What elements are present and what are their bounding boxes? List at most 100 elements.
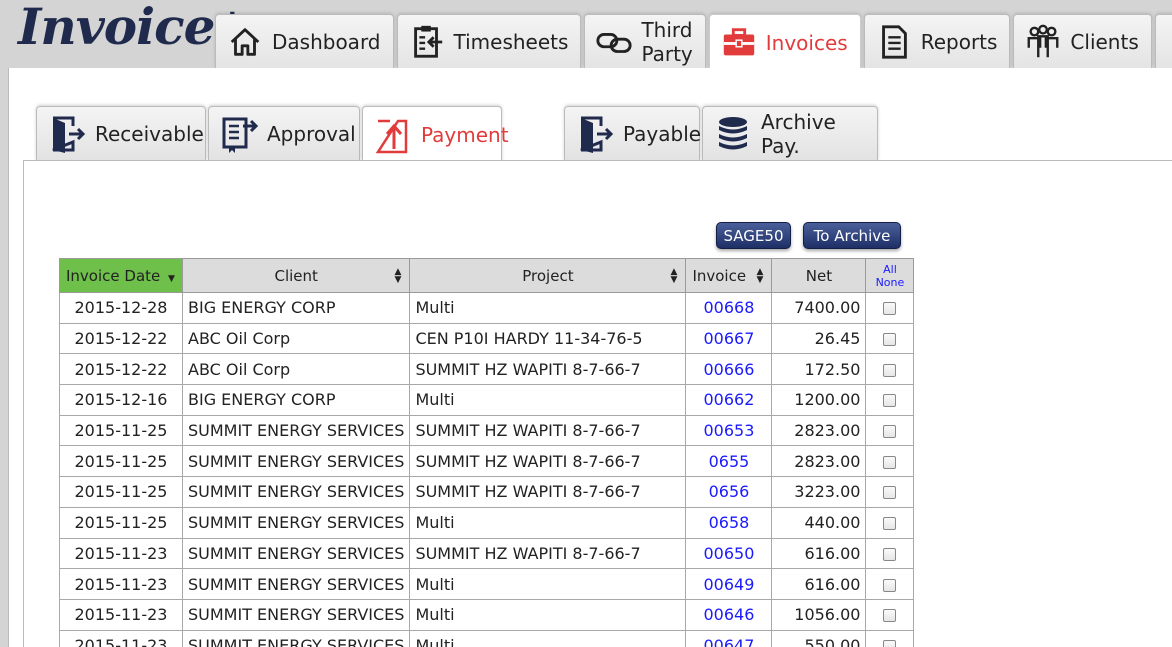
net-amount-cell: 2823.00 <box>771 414 867 447</box>
project-cell: Multi <box>409 629 687 647</box>
invoice-date-cell: 2015-11-25 <box>59 506 183 539</box>
project-cell: Multi <box>409 568 687 600</box>
tab-dashboard[interactable]: Dashboard <box>215 14 394 68</box>
clipboard-icon <box>222 117 259 153</box>
select-all-link[interactable]: All <box>866 263 913 276</box>
tab-label: Invoices <box>765 30 848 55</box>
door-exit-icon <box>580 116 614 153</box>
project-cell: SUMMIT HZ WAPITI 8-7-66-7 <box>409 537 687 570</box>
row-checkbox[interactable] <box>883 363 897 377</box>
sort-icon: ▲ ▼ <box>756 266 764 285</box>
table-row[interactable]: 2015-11-23 SUMMIT ENERGY SERVICES Multi 006… <box>59 629 915 647</box>
invoice-table-body: 2015-12-28 BIG ENERGY CORP Multi 00668 7400.… <box>59 292 915 647</box>
column-header-client[interactable]: Client ▲ ▼ <box>181 258 411 293</box>
table-row[interactable]: 2015-12-22 ABC Oil Corp CEN P10I HARDY 11-… <box>59 322 915 355</box>
row-checkbox[interactable] <box>883 547 897 561</box>
project-cell: Multi <box>409 384 687 416</box>
table-row[interactable]: 2015-11-23 SUMMIT ENERGY SERVICES Multi 006… <box>59 598 915 631</box>
subtab-payment[interactable]: Payment <box>362 106 509 162</box>
subtab-approval[interactable]: Approval <box>208 106 360 161</box>
column-header-invoice-date[interactable]: Invoice Date ▼ <box>59 258 183 293</box>
invoice-number-link[interactable]: 00647 <box>685 629 773 647</box>
table-row[interactable]: 2015-12-16 BIG ENERGY CORP Multi 00662 1200.… <box>59 384 915 416</box>
invoice-number-link[interactable]: 0656 <box>685 476 773 508</box>
table-row[interactable]: 2015-11-25 SUMMIT ENERGY SERVICES SUMMIT H… <box>59 414 915 447</box>
invoice-number-link[interactable]: 00668 <box>685 292 773 324</box>
tab-invoices[interactable]: Invoices <box>708 14 861 70</box>
row-checkbox[interactable] <box>883 455 897 469</box>
table-header-row: Invoice Date ▼ Client ▲ ▼ Project ▲ ▼ Invo… <box>59 258 915 293</box>
project-cell: CEN P10I HARDY 11-34-76-5 <box>409 322 687 355</box>
client-cell: SUMMIT ENERGY SERVICES <box>181 445 411 478</box>
tab-settings[interactable] <box>1154 14 1172 68</box>
invoice-number-link[interactable]: 00662 <box>685 384 773 416</box>
select-cell <box>865 445 915 478</box>
invoice-date-cell: 2015-11-23 <box>59 537 183 570</box>
row-checkbox[interactable] <box>883 486 897 500</box>
document-icon <box>881 24 907 59</box>
tab-reports[interactable]: Reports <box>863 14 1011 68</box>
invoice-number-link[interactable]: 00666 <box>685 353 773 386</box>
client-cell: BIG ENERGY CORP <box>181 292 411 324</box>
table-row[interactable]: 2015-11-25 SUMMIT ENERGY SERVICES SUMMIT H… <box>59 445 915 478</box>
people-icon <box>1027 24 1059 57</box>
column-header-project[interactable]: Project ▲ ▼ <box>409 258 687 293</box>
logo-text: Invoice <box>18 0 215 56</box>
invoice-number-link[interactable]: 00649 <box>685 568 773 600</box>
upload-icon <box>375 119 408 153</box>
link-icon <box>596 32 633 53</box>
sage50-button[interactable]: SAGE50 <box>716 222 791 249</box>
select-cell <box>865 476 915 508</box>
net-amount-cell: 440.00 <box>771 506 867 539</box>
tab-clients[interactable]: Clients <box>1013 14 1152 68</box>
invoice-date-cell: 2015-11-25 <box>59 414 183 447</box>
invoice-date-cell: 2015-11-25 <box>59 476 183 508</box>
select-cell <box>865 568 915 600</box>
column-header-net[interactable]: Net <box>771 258 867 293</box>
to-archive-button[interactable]: To Archive <box>803 222 901 249</box>
select-none-link[interactable]: None <box>866 276 913 289</box>
subtab-archive-pay[interactable]: Archive Pay. <box>702 106 878 161</box>
net-amount-cell: 1200.00 <box>771 384 867 416</box>
row-checkbox[interactable] <box>883 302 897 316</box>
net-amount-cell: 616.00 <box>771 537 867 570</box>
tab-label: Timesheets <box>453 29 569 54</box>
invoice-number-link[interactable]: 00650 <box>685 537 773 570</box>
table-row[interactable]: 2015-11-23 SUMMIT ENERGY SERVICES SUMMIT H… <box>59 537 915 570</box>
column-header-invoice[interactable]: Invoice ▲ ▼ <box>685 258 773 293</box>
tab-label: Reports <box>920 29 998 54</box>
briefcase-icon <box>723 27 754 55</box>
select-cell <box>865 414 915 447</box>
subtab-label: Approval <box>267 122 356 146</box>
net-amount-cell: 26.45 <box>771 322 867 355</box>
row-checkbox[interactable] <box>883 425 897 439</box>
invoice-number-link[interactable]: 0658 <box>685 506 773 539</box>
invoice-number-link[interactable]: 00667 <box>685 322 773 355</box>
invoice-date-cell: 2015-12-28 <box>59 292 183 324</box>
subtab-payable[interactable]: Payable <box>564 106 701 161</box>
table-row[interactable]: 2015-11-25 SUMMIT ENERGY SERVICES SUMMIT H… <box>59 476 915 508</box>
database-icon <box>719 117 747 150</box>
tab-timesheets[interactable]: Timesheets <box>396 14 582 68</box>
row-checkbox[interactable] <box>883 333 897 347</box>
subtab-receivable[interactable]: Receivable <box>36 106 206 161</box>
row-checkbox[interactable] <box>883 639 897 647</box>
invoice-number-link[interactable]: 00646 <box>685 598 773 631</box>
column-header-select: All None <box>865 258 915 293</box>
table-row[interactable]: 2015-11-25 SUMMIT ENERGY SERVICES Multi 065… <box>59 506 915 539</box>
client-cell: SUMMIT ENERGY SERVICES <box>181 537 411 570</box>
invoice-date-cell: 2015-11-25 <box>59 445 183 478</box>
invoice-number-link[interactable]: 00653 <box>685 414 773 447</box>
table-row[interactable]: 2015-11-23 SUMMIT ENERGY SERVICES Multi 006… <box>59 568 915 600</box>
project-cell: SUMMIT HZ WAPITI 8-7-66-7 <box>409 353 687 386</box>
row-checkbox[interactable] <box>883 394 897 408</box>
invoice-number-link[interactable]: 0655 <box>685 445 773 478</box>
tab-third-party[interactable]: Third Party <box>584 14 706 68</box>
table-row[interactable]: 2015-12-28 BIG ENERGY CORP Multi 00668 7400.… <box>59 292 915 324</box>
table-row[interactable]: 2015-12-22 ABC Oil Corp SUMMIT HZ WAPITI 8… <box>59 353 915 386</box>
row-checkbox[interactable] <box>883 609 897 623</box>
app-logo[interactable]: Invoice+ <box>18 0 248 56</box>
sort-icon: ▲ ▼ <box>394 266 402 285</box>
row-checkbox[interactable] <box>883 517 897 531</box>
row-checkbox[interactable] <box>883 578 897 592</box>
